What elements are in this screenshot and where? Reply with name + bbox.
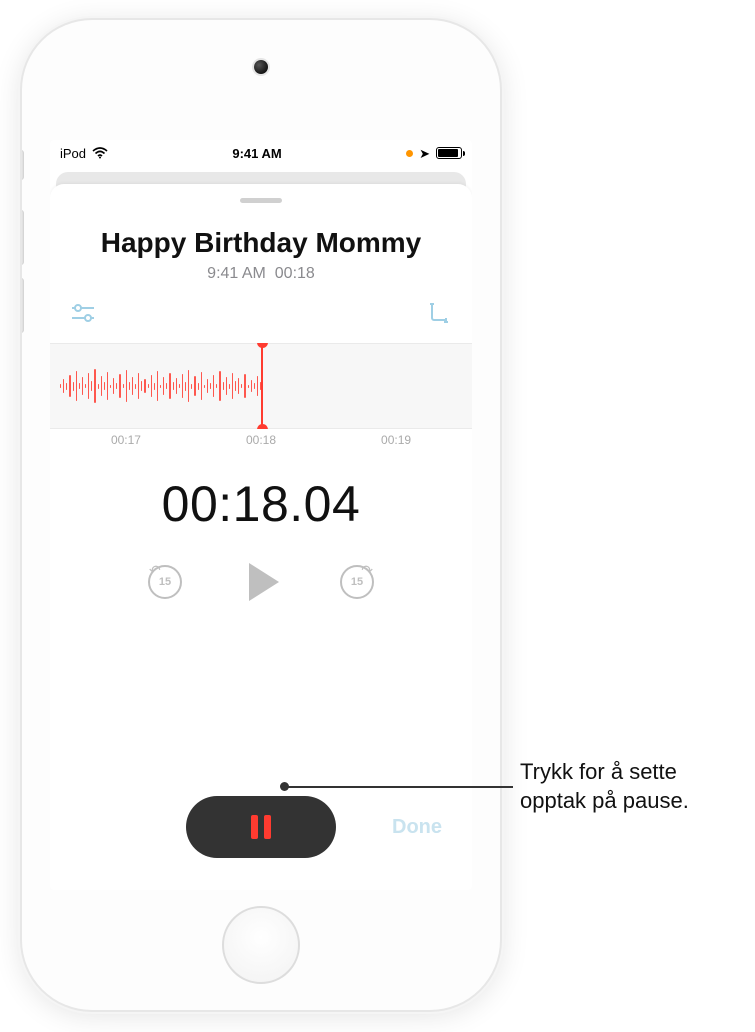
mute-switch [22,150,24,180]
recording-sheet: Happy Birthday Mommy 9:41 AM 00:18 [50,184,472,890]
pause-icon [251,815,271,839]
recording-time: 9:41 AM [207,265,266,282]
device-label: iPod [60,146,86,161]
skip-back-icon: ↶ [149,562,161,579]
trim-button[interactable] [424,301,454,325]
device-frame: iPod 9:41 AM ➤ Happy Bir [22,20,500,1010]
callout-text: Trykk for å sette opptak på pause. [520,758,740,815]
playhead[interactable] [261,343,263,429]
volume-down-button [22,278,24,333]
pause-record-button[interactable] [186,796,336,858]
play-icon [249,563,279,601]
location-icon: ➤ [419,147,430,160]
screen: iPod 9:41 AM ➤ Happy Bir [50,140,472,890]
play-button[interactable] [243,563,279,601]
battery-icon [436,147,462,159]
skip-forward-icon: ↷ [361,562,373,579]
tick-center: 00:18 [246,433,276,447]
recording-subtitle: 9:41 AM 00:18 [50,265,472,283]
transport-controls: 15 ↶ 15 ↷ [50,563,472,601]
tick-right: 00:19 [381,433,411,447]
wifi-icon [92,147,108,159]
skip-forward-button[interactable]: 15 ↷ [339,564,375,600]
volume-up-button [22,210,24,265]
callout-leader-line [285,786,513,788]
recording-duration: 00:18 [275,265,315,282]
status-time: 9:41 AM [232,146,281,161]
recording-title[interactable]: Happy Birthday Mommy [50,227,472,259]
timeline-ticks: 00:17 00:18 00:19 [50,433,472,455]
elapsed-time: 00:18.04 [50,475,472,533]
tick-left: 00:17 [111,433,141,447]
options-button[interactable] [68,301,98,325]
waveform [50,361,261,411]
recording-indicator-dot [406,150,413,157]
status-bar: iPod 9:41 AM ➤ [50,140,472,166]
sheet-grabber[interactable] [240,198,282,203]
done-button[interactable]: Done [392,816,442,839]
waveform-area[interactable] [50,343,472,429]
front-camera [254,60,268,74]
home-button[interactable] [222,906,300,984]
skip-back-button[interactable]: 15 ↶ [147,564,183,600]
